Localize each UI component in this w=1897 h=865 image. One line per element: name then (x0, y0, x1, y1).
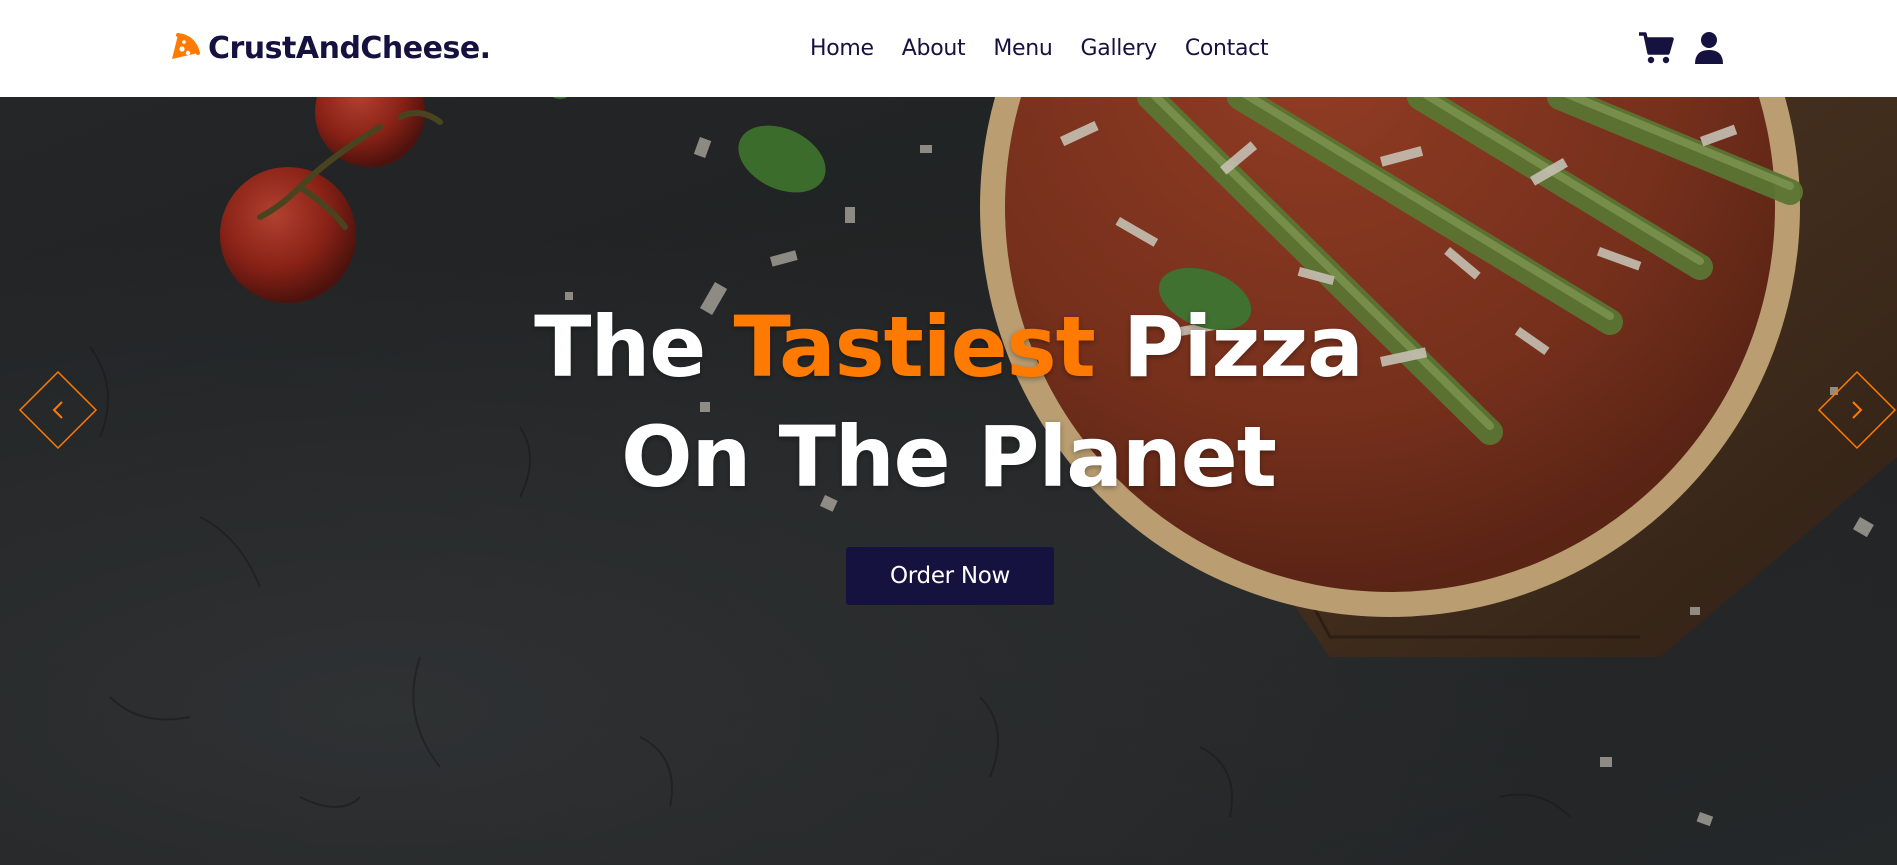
nav-link-contact[interactable]: Contact (1185, 36, 1269, 61)
user-icon[interactable] (1694, 31, 1724, 65)
pizza-slice-icon (168, 29, 202, 68)
nav-link-gallery[interactable]: Gallery (1081, 36, 1158, 61)
order-now-button[interactable]: Order Now (846, 547, 1054, 605)
hero-title-part2: Pizza (1122, 298, 1364, 396)
carousel-next-button[interactable] (1817, 370, 1897, 450)
brand-logo[interactable]: CrustAndCheese. (168, 26, 491, 70)
navbar: CrustAndCheese. Home About Menu Gallery … (0, 0, 1897, 97)
hero-title-line2: On The Planet (621, 408, 1277, 506)
nav-icons (1638, 28, 1724, 68)
hero-title: The Tastiest Pizza On The Planet (0, 292, 1897, 512)
chevron-left-icon (18, 370, 98, 450)
main-nav: Home About Menu Gallery Contact (810, 30, 1269, 66)
nav-link-about[interactable]: About (902, 36, 966, 61)
brand-name: CrustAndCheese. (208, 30, 491, 66)
nav-link-home[interactable]: Home (810, 36, 874, 61)
hero-title-part1: The (534, 298, 706, 396)
nav-link-menu[interactable]: Menu (993, 36, 1053, 61)
cart-icon[interactable] (1638, 31, 1674, 65)
hero-section: The Tastiest Pizza On The Planet Order N… (0, 97, 1897, 865)
chevron-right-icon (1817, 370, 1897, 450)
hero-title-highlight: Tastiest (733, 298, 1096, 396)
carousel-prev-button[interactable] (18, 370, 98, 450)
